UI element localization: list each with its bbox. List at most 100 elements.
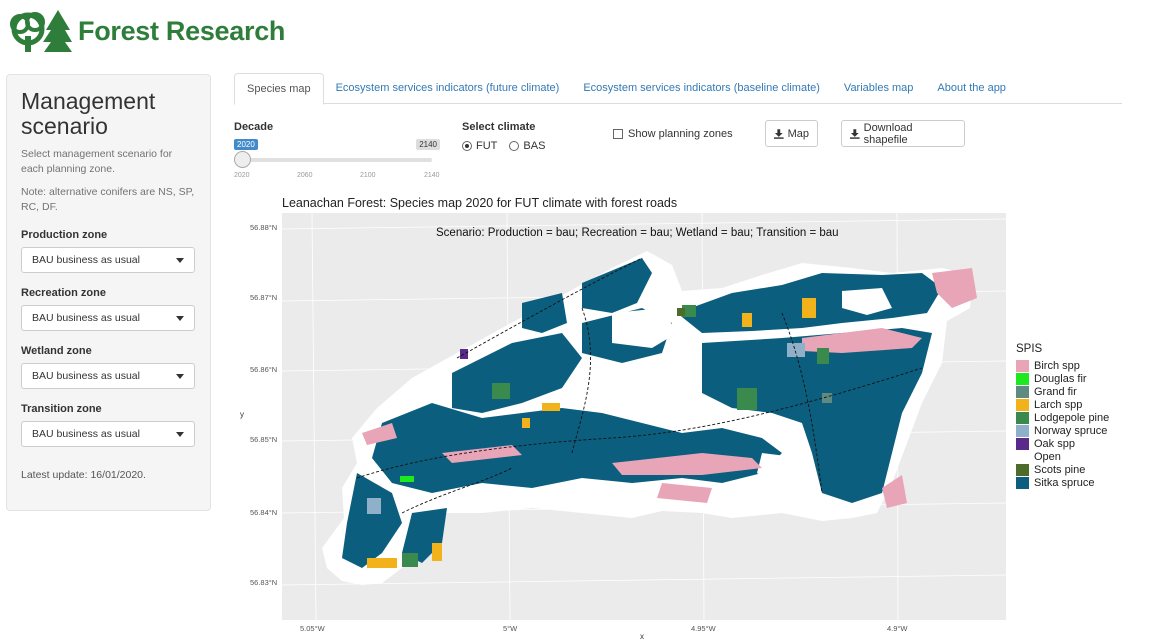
slider-handle[interactable] [234, 151, 251, 168]
climate-option-label: FUT [476, 140, 498, 152]
sidebar-note: Note: alternative conifers are NS, SP, R… [21, 186, 195, 213]
legend-item: Open [1016, 450, 1109, 463]
legend-swatch [1016, 463, 1029, 476]
planning-zones-label: Show planning zones [628, 128, 733, 140]
recreation-zone-select[interactable]: BAU business as usual [21, 305, 195, 331]
map-button[interactable]: Map [765, 120, 818, 147]
sidebar-help-text: Select management scenario for each plan… [21, 148, 173, 175]
climate-option-fut[interactable]: FUT [462, 140, 497, 152]
recreation-zone-value: BAU business as usual [32, 312, 140, 324]
legend-item: Oak spp [1016, 437, 1109, 450]
lat-tick: 56.83°N [250, 578, 278, 587]
legend-label: Lodgepole pine [1034, 411, 1110, 424]
chevron-down-icon [176, 431, 184, 437]
species-legend: SPIS Birch spp Douglas fir Grand fir Larch … [1016, 343, 1109, 489]
recreation-zone-label: Recreation zone [21, 287, 106, 299]
map-title: Leanachan Forest: Species map 2020 for F… [282, 196, 678, 210]
lon-tick: 5.05°W [300, 624, 325, 633]
chevron-down-icon [176, 373, 184, 379]
transition-zone-label: Transition zone [21, 403, 102, 415]
legend-label: Open [1034, 450, 1061, 463]
legend-title: SPIS [1016, 343, 1043, 355]
legend-item: Grand fir [1016, 385, 1109, 398]
lat-tick: 56.85°N [250, 435, 278, 444]
download-shapefile-button[interactable]: Download shapefile [841, 120, 965, 147]
production-zone-label: Production zone [21, 229, 108, 241]
legend-swatch [1016, 437, 1029, 450]
map-button-label: Map [787, 127, 809, 140]
legend-swatch [1016, 372, 1029, 385]
legend-label: Oak spp [1034, 437, 1075, 450]
climate-option-bas[interactable]: BAS [509, 140, 545, 152]
production-zone-select[interactable]: BAU business as usual [21, 247, 195, 273]
legend-swatch [1016, 359, 1029, 372]
legend-label: Birch spp [1034, 359, 1080, 372]
legend-swatch [1016, 450, 1029, 463]
decade-value-badge: 2020 [234, 139, 258, 150]
legend-label: Douglas fir [1034, 372, 1087, 385]
species-map [282, 213, 1006, 620]
tab-variables-map[interactable]: Variables map [832, 73, 926, 104]
decade-tick: 2060 [297, 172, 313, 179]
last-update-text: Latest update: 16/01/2020. [21, 469, 146, 481]
legend-item: Scots pine [1016, 463, 1109, 476]
decade-tick: 2020 [234, 172, 250, 179]
legend-label: Norway spruce [1034, 424, 1108, 437]
species-map-panel [282, 213, 1006, 620]
brand-logo: Forest Research [6, 8, 285, 54]
legend-swatch [1016, 424, 1029, 437]
main-tabs: Species map Ecosystem services indicator… [234, 73, 1122, 105]
planning-zones-checkbox[interactable]: Show planning zones [613, 128, 733, 140]
sidebar-title: Management scenario [21, 88, 156, 139]
tab-species-map[interactable]: Species map [234, 73, 324, 105]
wetland-zone-select[interactable]: BAU business as usual [21, 363, 195, 389]
legend-swatch [1016, 385, 1029, 398]
legend-item: Lodgepole pine [1016, 411, 1109, 424]
production-zone-value: BAU business as usual [32, 254, 140, 266]
tab-about[interactable]: About the app [925, 73, 1018, 104]
decade-label: Decade [234, 121, 274, 133]
legend-item: Birch spp [1016, 359, 1109, 372]
scenario-text: Scenario: Production = bau; Recreation =… [436, 227, 839, 239]
lon-tick: 5°W [503, 624, 518, 633]
decade-tick: 2100 [360, 172, 376, 179]
legend-label: Larch spp [1034, 398, 1083, 411]
radio-selected-icon[interactable] [462, 141, 472, 151]
chevron-down-icon [176, 257, 184, 263]
radio-unselected-icon[interactable] [509, 141, 520, 151]
climate-radio-group: FUT BAS [462, 140, 545, 152]
legend-swatch [1016, 398, 1029, 411]
climate-option-label: BAS [523, 140, 546, 152]
brand-name: Forest Research [78, 15, 286, 46]
lat-tick: 56.87°N [250, 293, 278, 302]
transition-zone-select[interactable]: BAU business as usual [21, 421, 195, 447]
decade-tick: 2140 [424, 172, 440, 179]
lon-tick: 4.95°W [691, 624, 716, 633]
checkbox-icon[interactable] [613, 129, 623, 139]
download-shapefile-label: Download shapefile [863, 121, 913, 146]
legend-item: Larch spp [1016, 398, 1109, 411]
lat-tick: 56.88°N [250, 223, 278, 232]
legend-label: Grand fir [1034, 385, 1077, 398]
lat-tick: 56.86°N [250, 365, 278, 374]
wetland-zone-value: BAU business as usual [32, 370, 140, 382]
climate-label: Select climate [462, 121, 536, 133]
tab-ecosystem-baseline[interactable]: Ecosystem services indicators (baseline … [571, 73, 832, 104]
legend-label: Scots pine [1034, 463, 1086, 476]
wetland-zone-label: Wetland zone [21, 345, 92, 357]
tab-ecosystem-future[interactable]: Ecosystem services indicators (future cl… [324, 73, 572, 104]
transition-zone-value: BAU business as usual [32, 428, 140, 440]
legend-item: Douglas fir [1016, 372, 1109, 385]
decade-max-badge: 2140 [416, 139, 440, 150]
decade-slider[interactable]: 2020 2140 2020 2060 2100 2140 [234, 138, 440, 182]
legend-item: Sitka spruce [1016, 476, 1109, 489]
download-icon [774, 128, 784, 139]
slider-track[interactable] [242, 158, 432, 162]
download-icon [850, 128, 860, 139]
legend-label: Sitka spruce [1034, 476, 1095, 489]
lon-tick: 4.9°W [887, 624, 908, 633]
legend-swatch [1016, 411, 1029, 424]
sidebar-panel: Management scenario Select management sc… [6, 74, 211, 511]
lat-tick: 56.84°N [250, 508, 278, 517]
chevron-down-icon [176, 315, 184, 321]
